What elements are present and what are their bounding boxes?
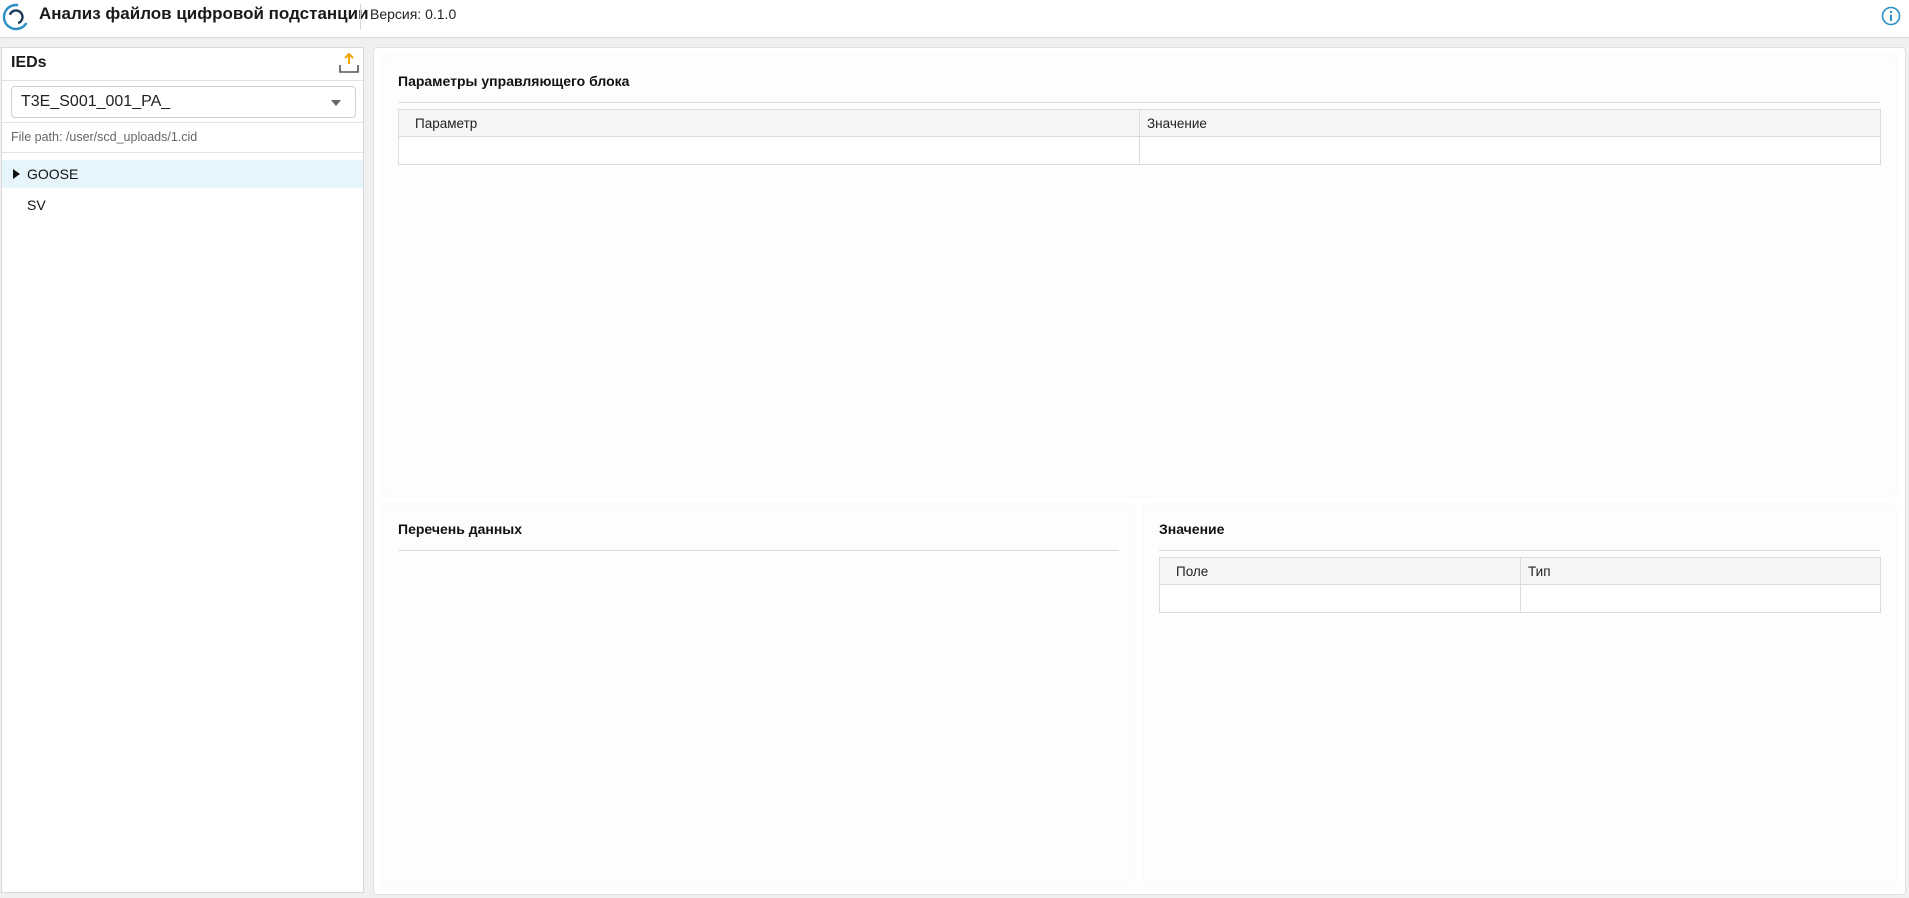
- value-title: Значение: [1159, 521, 1225, 537]
- panel-divider: [1159, 550, 1880, 551]
- control-block-title: Параметры управляющего блока: [398, 73, 630, 89]
- column-header-field[interactable]: Поле: [1159, 557, 1521, 585]
- column-header-value[interactable]: Значение: [1139, 109, 1881, 137]
- table-cell: [398, 136, 1140, 165]
- chevron-down-icon: [331, 100, 341, 106]
- table-cell: [1139, 136, 1881, 165]
- header-divider: [360, 4, 361, 30]
- table-cell: [1520, 584, 1881, 613]
- tree-item-goose[interactable]: GOOSE: [2, 160, 363, 188]
- upload-icon[interactable]: [337, 51, 361, 75]
- tree-item-sv[interactable]: SV: [2, 191, 363, 219]
- app-header: Анализ файлов цифровой подстанции Версия…: [0, 0, 1909, 38]
- tree-item-label: GOOSE: [27, 166, 79, 182]
- dataset-title: Перечень данных: [398, 521, 523, 537]
- value-table: Поле Тип: [1159, 557, 1881, 613]
- table-row[interactable]: [1159, 584, 1881, 613]
- sidebar-divider: [2, 152, 363, 153]
- tree-item-label: SV: [27, 197, 46, 213]
- sidebar-divider: [2, 80, 363, 81]
- ied-select-value: T3E_S001_001_PA_: [21, 93, 171, 110]
- column-header-parameter[interactable]: Параметр: [398, 109, 1140, 137]
- app-title: Анализ файлов цифровой подстанции: [39, 4, 369, 23]
- table-header-row: Поле Тип: [1159, 557, 1881, 585]
- table-cell: [1159, 584, 1521, 613]
- version-label: Версия: 0.1.0: [370, 6, 457, 22]
- sidebar-divider: [2, 122, 363, 123]
- caret-right-icon[interactable]: [13, 169, 20, 179]
- table-header-row: Параметр Значение: [398, 109, 1881, 137]
- ied-sidebar: IEDs T3E_S001_001_PA_ File path: /user/s…: [1, 47, 364, 893]
- substation-logo-icon: [2, 3, 30, 31]
- ied-select[interactable]: T3E_S001_001_PA_: [11, 86, 356, 118]
- control-block-panel: Параметры управляющего блока Параметр Зн…: [382, 55, 1896, 496]
- panel-divider: [398, 102, 1880, 103]
- column-header-type[interactable]: Тип: [1520, 557, 1881, 585]
- sidebar-title: IEDs: [11, 54, 47, 71]
- table-row[interactable]: [398, 136, 1881, 165]
- control-block-table: Параметр Значение: [398, 109, 1881, 165]
- value-panel: Значение Поле Тип: [1143, 505, 1896, 885]
- info-icon[interactable]: [1881, 6, 1901, 26]
- panel-divider: [398, 550, 1119, 551]
- dataset-panel: Перечень данных: [382, 505, 1135, 885]
- file-path-label: File path: /user/scd_uploads/1.cid: [11, 130, 198, 144]
